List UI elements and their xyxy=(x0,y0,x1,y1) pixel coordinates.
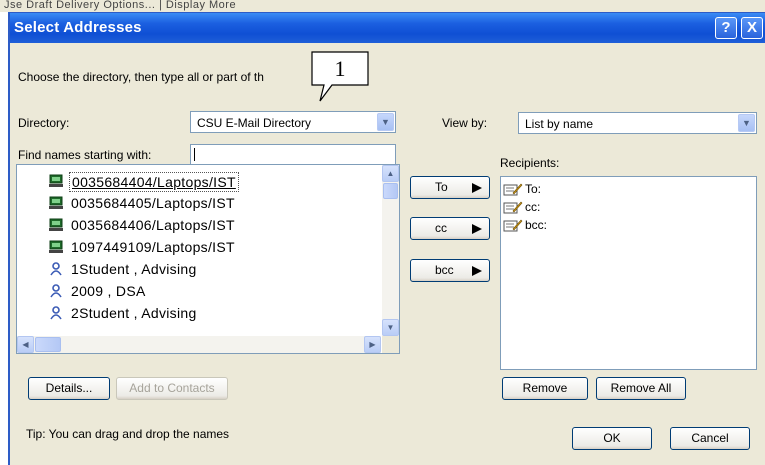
names-listbox[interactable]: 0035684404/Laptops/IST 0035684405/Laptop… xyxy=(16,164,400,354)
person-icon xyxy=(50,262,62,276)
find-names-input[interactable] xyxy=(190,144,396,165)
person-icon xyxy=(50,306,62,320)
list-item-label: 0035684404/Laptops/IST xyxy=(69,172,239,192)
remove-button[interactable]: Remove xyxy=(502,377,588,400)
callout-number: 1 xyxy=(335,56,346,81)
vertical-scrollbar[interactable]: ▲ ▼ xyxy=(382,165,399,336)
recipients-listbox[interactable]: To: cc: bcc: xyxy=(500,176,757,370)
list-item-label: 2Student , Advising xyxy=(71,305,197,321)
vertical-scroll-thumb[interactable] xyxy=(383,183,398,199)
recipients-label: Recipients: xyxy=(500,156,560,170)
add-cc-button[interactable]: cc xyxy=(410,217,490,240)
tip-text: Tip: You can drag and drop the names xyxy=(26,427,230,441)
view-by-value: List by name xyxy=(525,117,594,131)
directory-label: Directory: xyxy=(18,116,70,130)
add-to-contacts-button[interactable]: Add to Contacts xyxy=(116,377,228,400)
scroll-left-icon[interactable]: ◀ xyxy=(17,336,34,353)
list-item-label: 2009 , DSA xyxy=(71,283,146,299)
scroll-up-icon[interactable]: ▲ xyxy=(382,165,399,182)
view-by-select[interactable]: List by name ▼ xyxy=(518,112,757,134)
dialog-title: Select Addresses xyxy=(14,19,142,36)
list-item[interactable]: 0035684405/Laptops/IST xyxy=(43,193,377,215)
list-item-label: 1097449109/Laptops/IST xyxy=(71,239,235,255)
cancel-button[interactable]: Cancel xyxy=(670,427,750,450)
horizontal-scrollbar[interactable]: ◀ ▶ xyxy=(17,336,381,353)
help-button[interactable]: ? xyxy=(715,17,737,39)
title-bar[interactable]: Select Addresses ? X xyxy=(10,13,765,43)
recipient-label: bcc: xyxy=(525,218,548,232)
directory-select[interactable]: CSU E-Mail Directory ▼ xyxy=(190,111,396,133)
address-icon xyxy=(503,183,523,196)
background-toolbar-strip: Jse Draft Delivery Options... | Display … xyxy=(0,0,765,12)
list-item-label: 0035684405/Laptops/IST xyxy=(71,195,235,211)
person-icon xyxy=(50,284,62,298)
add-bcc-button[interactable]: bcc xyxy=(410,259,490,282)
chevron-down-icon[interactable]: ▼ xyxy=(377,113,394,131)
names-list: 0035684404/Laptops/IST 0035684405/Laptop… xyxy=(17,165,381,336)
arrow-right-icon xyxy=(472,266,482,276)
computer-icon xyxy=(49,174,63,187)
scroll-right-icon[interactable]: ▶ xyxy=(364,336,381,353)
add-bcc-label: bcc xyxy=(435,263,454,277)
list-item[interactable]: 1Student , Advising xyxy=(43,259,377,281)
horizontal-scroll-thumb[interactable] xyxy=(35,337,61,352)
find-names-label: Find names starting with: xyxy=(18,148,152,162)
recipient-label: cc: xyxy=(525,200,541,214)
text-caret xyxy=(194,148,195,161)
view-by-label: View by: xyxy=(442,116,488,130)
add-to-button[interactable]: To xyxy=(410,176,490,199)
close-button[interactable]: X xyxy=(741,17,763,39)
list-item[interactable]: 2Student , Advising xyxy=(43,303,377,325)
details-button[interactable]: Details... xyxy=(28,377,110,400)
directory-value: CSU E-Mail Directory xyxy=(197,116,312,130)
chevron-down-icon[interactable]: ▼ xyxy=(738,114,755,132)
arrow-right-icon xyxy=(472,183,482,193)
list-item-label: 1Student , Advising xyxy=(71,261,197,277)
select-addresses-dialog: Select Addresses ? X Choose the director… xyxy=(8,12,765,465)
list-item[interactable]: 0035684404/Laptops/IST xyxy=(43,171,377,193)
arrow-right-icon xyxy=(472,224,482,234)
recipient-label: To: xyxy=(525,182,542,196)
add-to-label: To xyxy=(435,180,448,194)
remove-all-button[interactable]: Remove All xyxy=(596,377,686,400)
address-icon xyxy=(503,219,523,232)
address-icon xyxy=(503,201,523,214)
callout-annotation: 1 xyxy=(311,51,369,102)
scrollbar-corner xyxy=(382,336,399,353)
computer-icon xyxy=(49,196,63,209)
ok-button[interactable]: OK xyxy=(572,427,652,450)
computer-icon xyxy=(49,218,63,231)
list-item[interactable]: 2009 , DSA xyxy=(43,281,377,303)
instruction-text: Choose the directory, then type all or p… xyxy=(18,70,264,84)
add-cc-label: cc xyxy=(435,221,447,235)
computer-icon xyxy=(49,240,63,253)
scroll-down-icon[interactable]: ▼ xyxy=(382,319,399,336)
list-item[interactable]: 0035684406/Laptops/IST xyxy=(43,215,377,237)
list-item-label: 0035684406/Laptops/IST xyxy=(71,217,235,233)
list-item[interactable]: 1097449109/Laptops/IST xyxy=(43,237,377,259)
